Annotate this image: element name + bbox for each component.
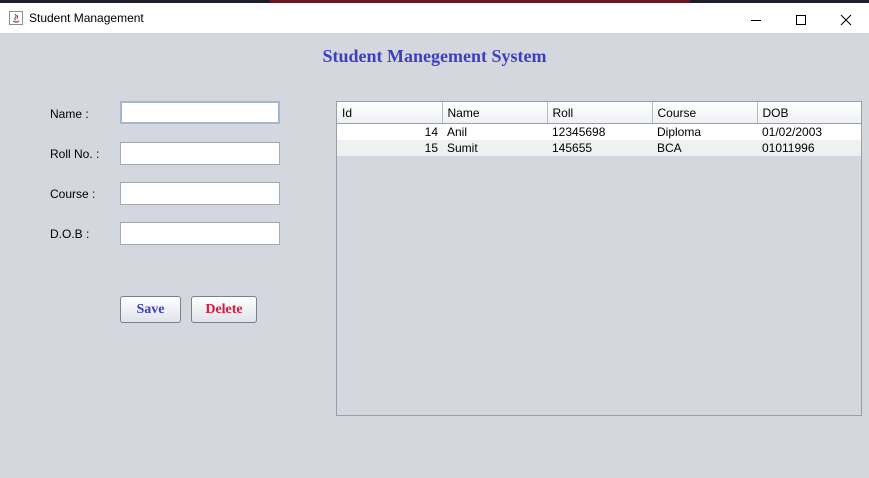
cell-name[interactable]: Anil — [442, 123, 547, 140]
column-header-roll[interactable]: Roll — [547, 102, 653, 124]
roll-label: Roll No. : — [50, 147, 100, 161]
column-header-id[interactable]: Id — [337, 102, 443, 124]
column-header-dob[interactable]: DOB — [757, 102, 861, 124]
column-header-name[interactable]: Name — [442, 102, 548, 124]
page-heading: Student Manegement System — [0, 46, 869, 67]
name-field[interactable] — [120, 101, 280, 124]
page-heading-text: Student Manegement System — [322, 46, 547, 66]
table-header-row: Id Name Roll Course DOB — [337, 102, 861, 124]
save-button[interactable]: Save — [120, 296, 181, 323]
close-button[interactable] — [823, 6, 869, 34]
minimize-button[interactable] — [733, 6, 779, 34]
name-label: Name : — [50, 107, 89, 121]
cell-id[interactable]: 14 — [337, 123, 442, 140]
cell-dob[interactable]: 01011996 — [757, 140, 861, 156]
cell-id[interactable]: 15 — [337, 140, 442, 156]
table-row[interactable]: 15 Sumit 145655 BCA 01011996 — [337, 140, 861, 156]
dob-field[interactable] — [120, 222, 280, 245]
cell-roll[interactable]: 12345698 — [547, 123, 652, 140]
table-row[interactable]: 14 Anil 12345698 Diploma 01/02/2003 — [337, 123, 861, 140]
course-label: Course : — [50, 187, 96, 201]
maximize-button[interactable] — [778, 6, 824, 34]
title-bar[interactable]: Student Management — [0, 3, 869, 33]
column-header-course[interactable]: Course — [652, 102, 758, 124]
students-table-panel[interactable]: Id Name Roll Course DOB 14 Anil 12345698… — [336, 101, 862, 416]
minimize-icon — [751, 20, 761, 21]
close-icon — [840, 14, 852, 26]
java-app-icon — [9, 11, 23, 25]
cell-course[interactable]: Diploma — [652, 123, 757, 140]
students-table[interactable]: Id Name Roll Course DOB 14 Anil 12345698… — [337, 102, 861, 156]
cell-dob[interactable]: 01/02/2003 — [757, 123, 861, 140]
roll-field[interactable] — [120, 142, 280, 165]
cell-name[interactable]: Sumit — [442, 140, 547, 156]
window-title: Student Management — [29, 11, 144, 25]
delete-button[interactable]: Delete — [191, 296, 257, 323]
dob-label: D.O.B : — [50, 227, 90, 241]
cell-roll[interactable]: 145655 — [547, 140, 652, 156]
maximize-icon — [796, 15, 806, 25]
cell-course[interactable]: BCA — [652, 140, 757, 156]
course-field[interactable] — [120, 182, 280, 205]
